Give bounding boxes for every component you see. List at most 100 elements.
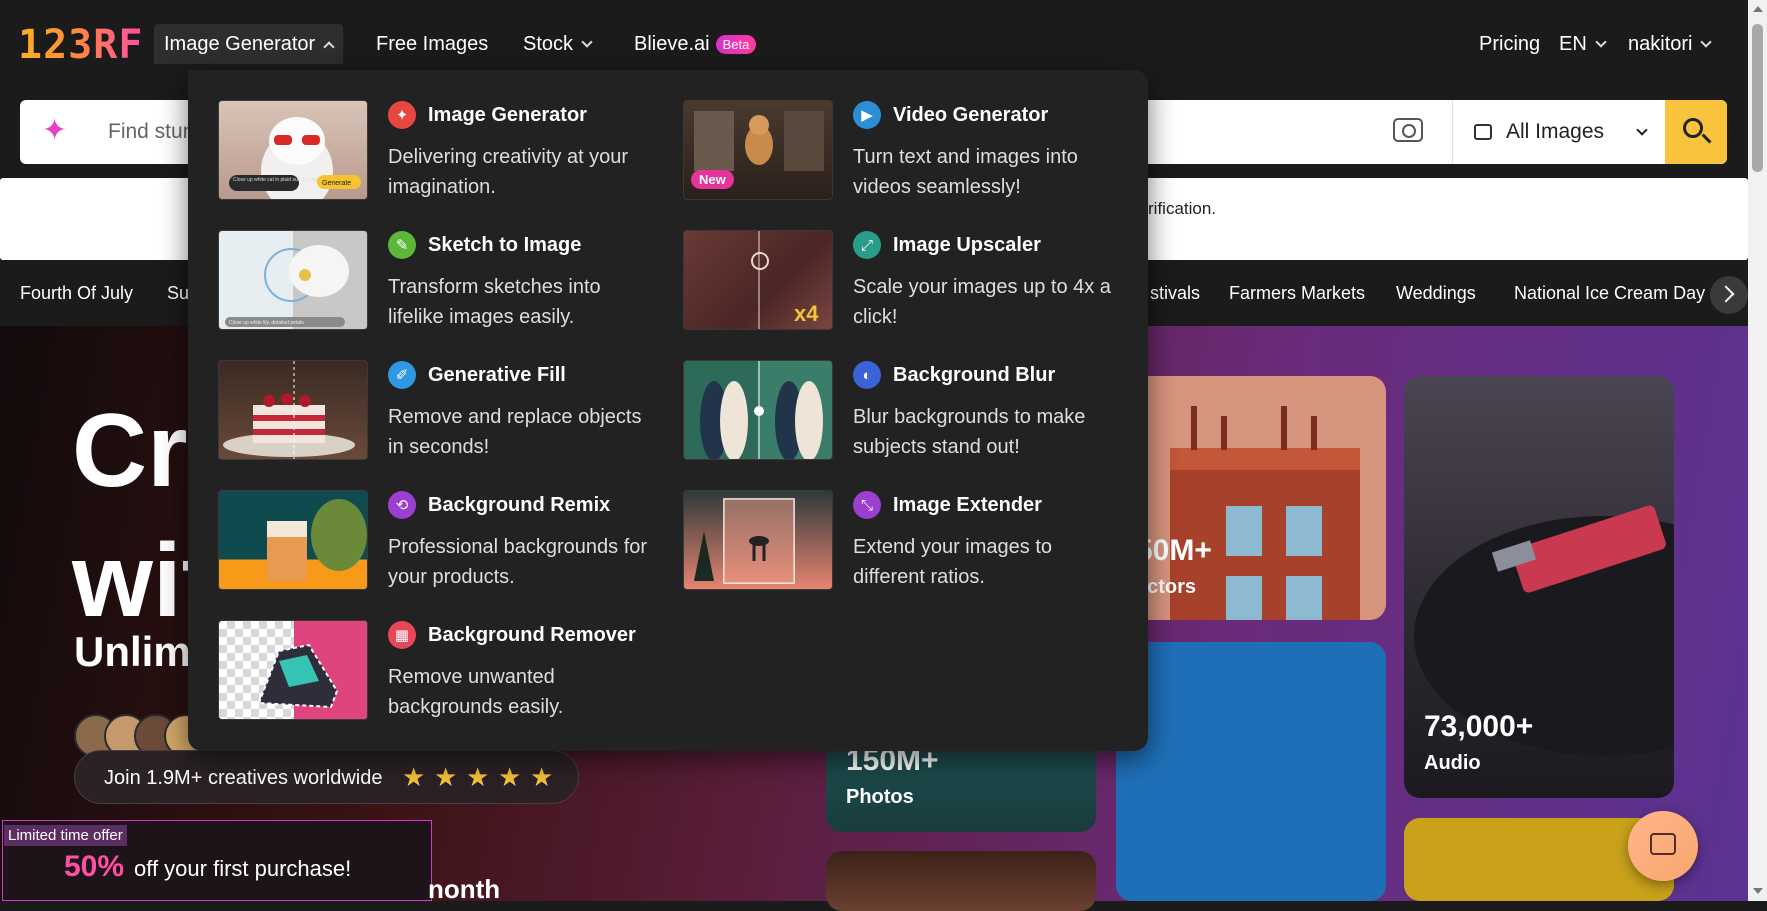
camera-icon[interactable] xyxy=(1393,118,1423,142)
star-icon: ★ xyxy=(434,762,458,792)
menu-item-background-remix[interactable]: ⟲ Background Remix Professional backgrou… xyxy=(218,490,658,592)
menu-item-description: Scale your images up to 4x a click! xyxy=(853,276,1111,328)
menu-item-description: Remove unwanted backgrounds easily. xyxy=(388,666,564,718)
chevron-down-icon xyxy=(1700,35,1713,48)
image-icon xyxy=(1474,124,1492,140)
tag-link[interactable]: National Ice Cream Day xyxy=(1514,283,1705,304)
tag-link[interactable]: Fourth Of July xyxy=(20,283,133,304)
audio-count: 73,000+ xyxy=(1424,710,1534,743)
image-generator-dropdown: Close up white cat in plaid suit & sungl… xyxy=(188,70,1148,751)
nav-free-images[interactable]: Free Images xyxy=(376,24,488,64)
scroll-down-icon[interactable] xyxy=(1753,888,1763,894)
star-icon: ★ xyxy=(466,762,490,792)
upscaler-icon: ⤢ xyxy=(853,231,881,259)
menu-item-sketch-to-image[interactable]: Close up white lily, detailed petals ✎ S… xyxy=(218,230,658,332)
menu-item-title: Background Blur xyxy=(893,364,1056,386)
menu-item-description: Turn text and images into videos seamles… xyxy=(853,146,1078,198)
menu-item-description: Remove and replace objects in seconds! xyxy=(388,406,642,458)
search-icon xyxy=(1683,118,1703,138)
menu-item-title: Background Remover xyxy=(428,624,636,646)
thumbnail-generative-fill xyxy=(218,360,368,460)
tag-link[interactable]: Su xyxy=(167,283,189,304)
thumbnail-background-remover xyxy=(218,620,368,720)
menu-item-description: Transform sketches into lifelike images … xyxy=(388,276,601,328)
thumbnail-background-remix xyxy=(218,490,368,590)
nav-blieve-ai[interactable]: Blieve.ai Beta xyxy=(634,24,757,64)
new-badge: New xyxy=(691,170,734,189)
videos-card[interactable] xyxy=(1116,642,1386,901)
offer-text: off your first purchase! xyxy=(134,856,352,881)
thumbnail-image-extender xyxy=(683,490,833,590)
chevron-down-icon xyxy=(1595,35,1607,48)
search-button[interactable] xyxy=(1665,100,1727,164)
hero-subheadline: Unlim xyxy=(74,628,191,675)
menu-item-title: Sketch to Image xyxy=(428,234,582,256)
menu-item-background-remover[interactable]: ▦ Background Remover Remove unwanted bac… xyxy=(218,620,658,722)
nav-free-images-label: Free Images xyxy=(376,32,489,55)
scroll-up-icon[interactable] xyxy=(1753,6,1763,12)
nav-image-generator-label: Image Generator xyxy=(164,32,316,55)
menu-item-description: Professional backgrounds for your produc… xyxy=(388,536,648,588)
chevron-up-icon xyxy=(323,40,335,53)
menu-item-background-blur[interactable]: ◐ Background Blur Blur backgrounds to ma… xyxy=(683,360,1123,462)
language-selector[interactable]: EN xyxy=(1559,24,1607,64)
menu-item-title: Generative Fill xyxy=(428,364,566,386)
thumbnail-sketch-to-image: Close up white lily, detailed petals xyxy=(218,230,368,330)
menu-item-description: Blur backgrounds to make subjects stand … xyxy=(853,406,1086,458)
chevron-down-icon xyxy=(1636,123,1648,136)
thumbnail-image-upscaler: x4 xyxy=(683,230,833,330)
blur-icon: ◐ xyxy=(853,361,881,389)
remix-icon: ⟲ xyxy=(388,491,416,519)
menu-item-title: Image Extender xyxy=(893,494,1042,516)
thumb-caption-flower: Close up white lily, detailed petals xyxy=(229,320,304,326)
video-generator-icon: ▶ xyxy=(853,101,881,129)
user-menu[interactable]: nakitori xyxy=(1628,24,1713,64)
nav-image-generator[interactable]: Image Generator xyxy=(154,24,344,64)
thumb-generate-button: Generate xyxy=(322,180,351,187)
portrait-card[interactable] xyxy=(826,851,1096,911)
scrollbar-thumb[interactable] xyxy=(1752,24,1763,172)
username: nakitori xyxy=(1628,32,1693,55)
star-icon: ★ xyxy=(402,762,426,792)
tag-link[interactable]: stivals xyxy=(1150,283,1200,304)
language-label: EN xyxy=(1559,32,1587,55)
offer-badge: Limited time offer xyxy=(4,825,127,846)
tags-next-button[interactable] xyxy=(1710,276,1748,314)
menu-item-title: Background Remix xyxy=(428,494,611,516)
audio-label: Audio xyxy=(1424,752,1481,774)
sketch-icon: ✎ xyxy=(388,231,416,259)
nav-stock[interactable]: Stock xyxy=(523,24,593,64)
join-text: Join 1.9M+ creatives worldwide xyxy=(104,767,383,789)
menu-item-description: Extend your images to different ratios. xyxy=(853,536,1052,588)
menu-item-title: Video Generator xyxy=(893,104,1049,126)
logo[interactable]: 123RF xyxy=(18,22,143,68)
chat-button[interactable] xyxy=(1628,811,1698,881)
chat-icon xyxy=(1650,833,1676,855)
remover-icon: ▦ xyxy=(388,621,416,649)
extender-icon: ⤡ xyxy=(853,491,881,519)
menu-item-title: Image Generator xyxy=(428,104,587,126)
menu-item-image-extender[interactable]: ⤡ Image Extender Extend your images to d… xyxy=(683,490,1123,592)
hero-month-text: nonth xyxy=(428,874,501,904)
generative-fill-icon: ✐ xyxy=(388,361,416,389)
search-filter-select[interactable]: All Images xyxy=(1474,112,1648,152)
thumbnail-image-generator: Close up white cat in plaid suit & sungl… xyxy=(218,100,368,200)
star-icon: ★ xyxy=(530,762,554,792)
pricing-link[interactable]: Pricing xyxy=(1479,24,1540,64)
nav-blieve-ai-label: Blieve.ai xyxy=(634,32,710,55)
beta-badge: Beta xyxy=(715,34,757,54)
chevron-down-icon xyxy=(581,35,593,48)
menu-item-image-generator[interactable]: Close up white cat in plaid suit & sungl… xyxy=(218,100,658,202)
tag-link[interactable]: Farmers Markets xyxy=(1229,283,1365,304)
photos-label: Photos xyxy=(846,786,914,808)
menu-item-generative-fill[interactable]: ✐ Generative Fill Remove and replace obj… xyxy=(218,360,658,462)
menu-item-video-generator[interactable]: New ▶ Video Generator Turn text and imag… xyxy=(683,100,1123,202)
pricing-label: Pricing xyxy=(1479,32,1541,55)
menu-item-title: Image Upscaler xyxy=(893,234,1041,256)
upscale-badge: x4 xyxy=(794,301,819,326)
thumbnail-background-blur xyxy=(683,360,833,460)
menu-item-image-upscaler[interactable]: x4 ⤢ Image Upscaler Scale your images up… xyxy=(683,230,1123,332)
divider xyxy=(1452,100,1453,164)
notice-text: rification. xyxy=(1148,199,1217,218)
tag-link[interactable]: Weddings xyxy=(1396,283,1476,304)
